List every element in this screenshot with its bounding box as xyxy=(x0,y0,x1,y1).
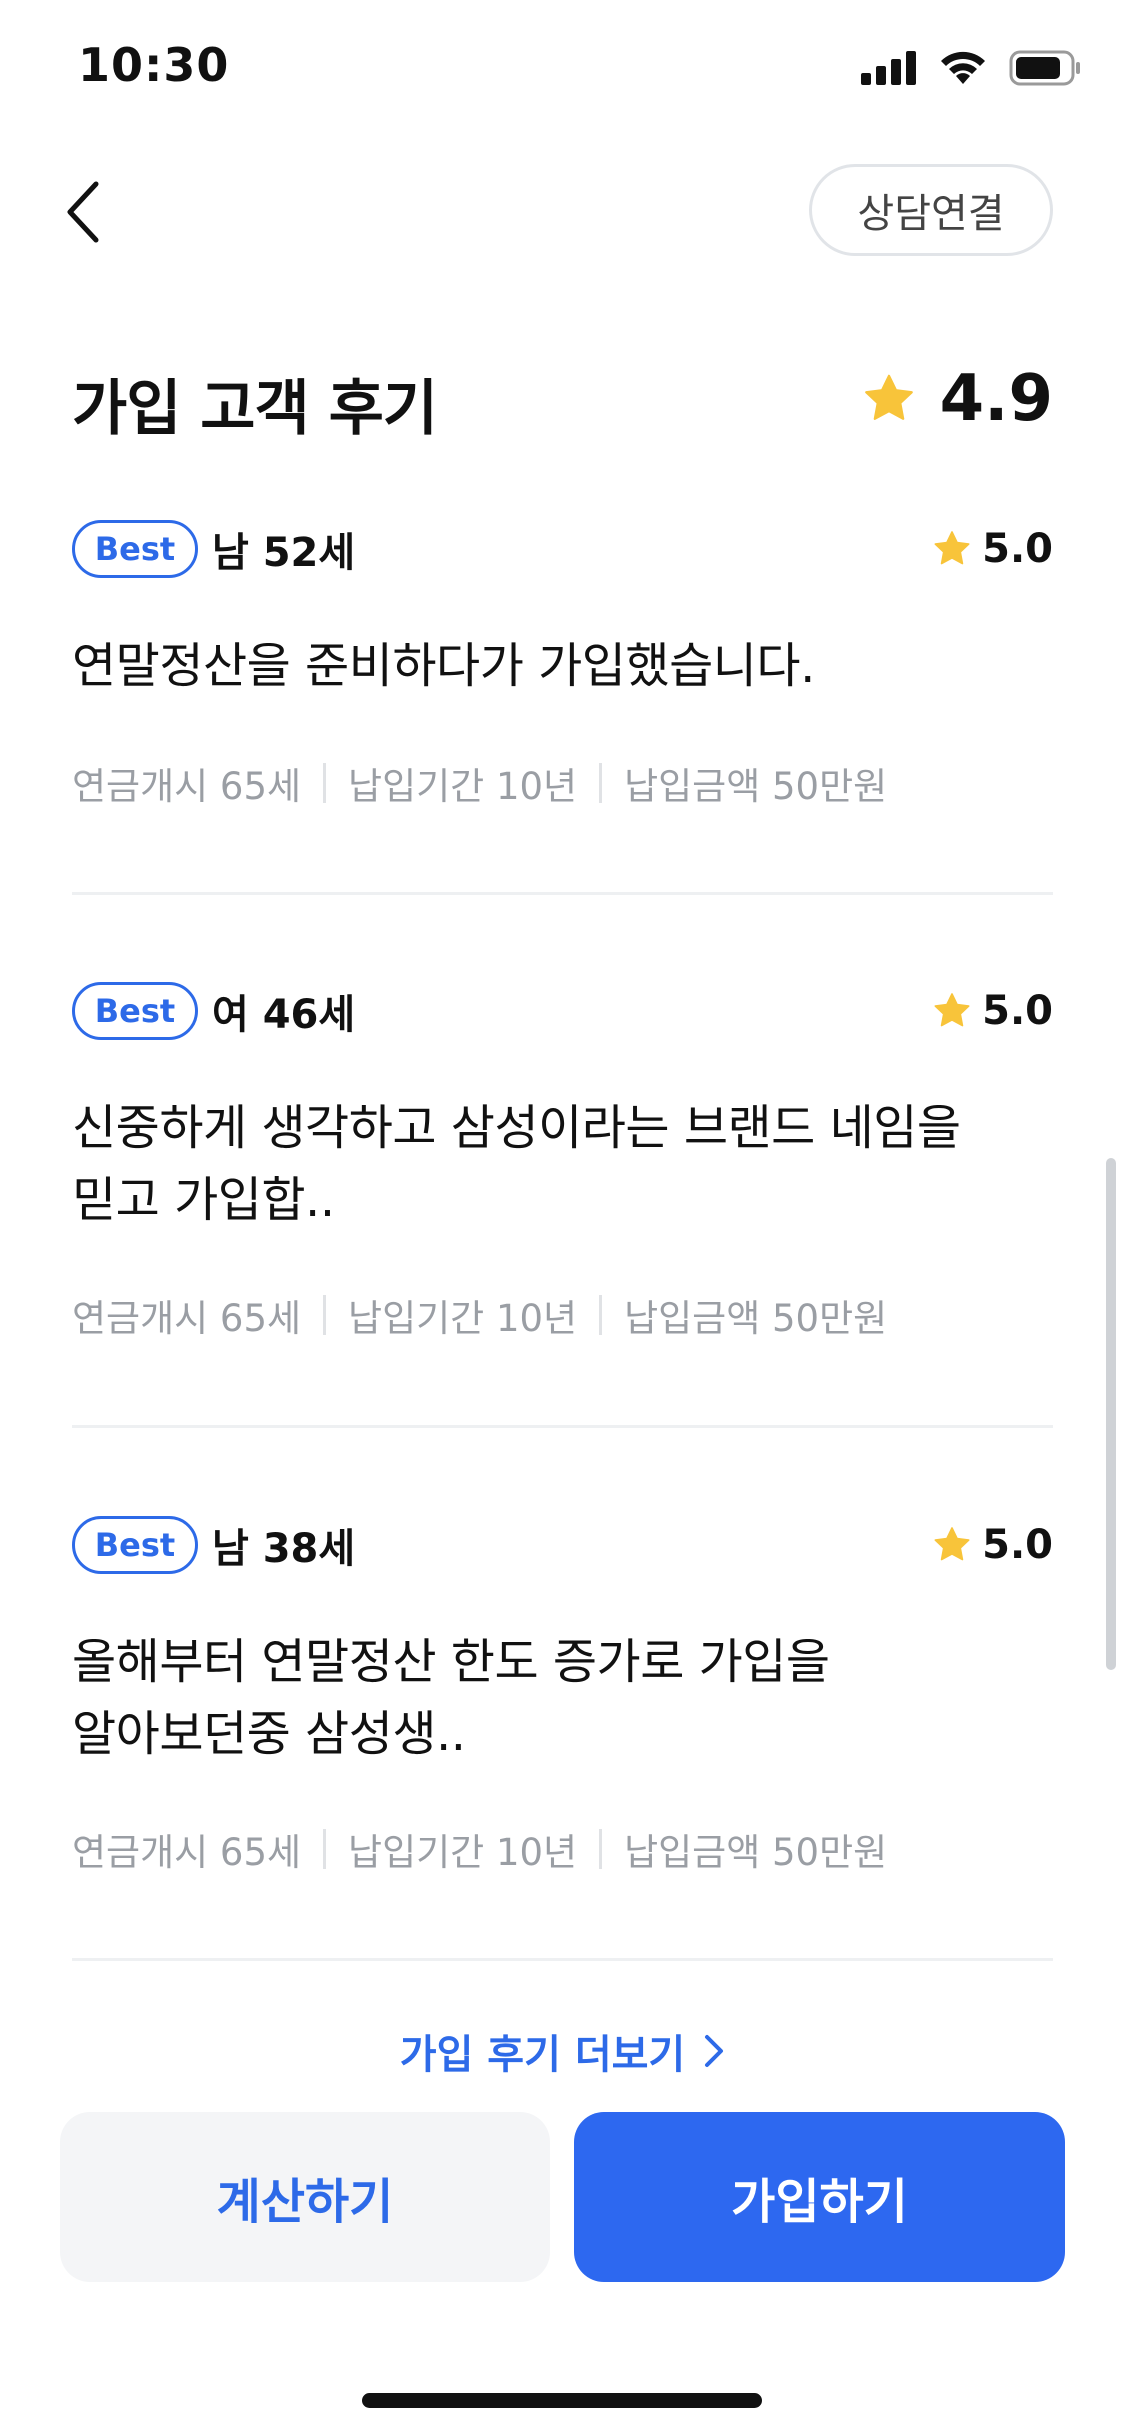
calculate-button[interactable]: 계산하기 xyxy=(60,2112,550,2282)
meta-separator xyxy=(599,763,603,803)
status-icons xyxy=(861,50,1081,86)
review-meta: 연금개시 65세 납입기간 10년 납입금액 50만원 xyxy=(72,756,887,810)
chevron-right-icon xyxy=(705,2035,724,2067)
best-badge: Best xyxy=(72,1516,198,1574)
meta-separator xyxy=(323,1829,327,1869)
meta-amount: 납입금액 50만원 xyxy=(624,765,888,808)
best-badge: Best xyxy=(72,520,198,578)
battery-icon xyxy=(1009,50,1080,86)
review-header: Best 여 46세 5.0 xyxy=(72,980,1053,1042)
meta-amount: 납입금액 50만원 xyxy=(624,1297,888,1340)
review-text-line: 연말정산을 준비하다가 가입했습니다. xyxy=(72,638,815,694)
overall-rating: 4.9 xyxy=(862,362,1053,436)
meta-start-age: 연금개시 65세 xyxy=(72,1831,302,1874)
wifi-icon xyxy=(941,51,985,84)
meta-period: 납입기간 10년 xyxy=(348,1831,578,1874)
divider xyxy=(72,1958,1053,1961)
star-icon xyxy=(934,993,970,1027)
review-rating: 5.0 xyxy=(932,518,1053,580)
review-rating-value: 5.0 xyxy=(982,988,1053,1034)
review-meta: 연금개시 65세 납입기간 10년 납입금액 50만원 xyxy=(72,1822,887,1876)
review-text-line: 알아보던중 삼성생.. xyxy=(72,1706,466,1762)
reviewer-info: 여 46세 xyxy=(212,992,356,1038)
meta-separator xyxy=(323,763,327,803)
star-icon xyxy=(864,374,913,420)
review-text: 연말정산을 준비하다가 가입했습니다. xyxy=(72,630,1053,702)
overall-rating-value: 4.9 xyxy=(939,362,1053,436)
status-time: 10:30 xyxy=(78,38,230,92)
review-header: Best 남 38세 5.0 xyxy=(72,1514,1053,1576)
more-reviews-label: 가입 후기 더보기 xyxy=(399,2032,686,2078)
meta-separator xyxy=(323,1295,327,1335)
review-rating: 5.0 xyxy=(932,1514,1053,1576)
best-badge: Best xyxy=(72,982,198,1040)
review-text-line: 올해부터 연말정산 한도 증가로 가입을 xyxy=(72,1634,830,1690)
review-meta: 연금개시 65세 납입기간 10년 납입금액 50만원 xyxy=(72,1288,887,1342)
scrollbar[interactable] xyxy=(1106,1158,1116,1670)
review-header: Best 남 52세 5.0 xyxy=(72,518,1053,580)
meta-start-age: 연금개시 65세 xyxy=(72,765,302,808)
review-rating-value: 5.0 xyxy=(982,1522,1053,1568)
review-rating: 5.0 xyxy=(932,980,1053,1042)
review-text-line: 신중하게 생각하고 삼성이라는 브랜드 네임을 xyxy=(72,1100,961,1156)
meta-period: 납입기간 10년 xyxy=(348,1297,578,1340)
back-button[interactable] xyxy=(62,172,122,252)
meta-separator xyxy=(599,1829,603,1869)
reviewer-info: 남 52세 xyxy=(212,530,356,576)
page-title: 가입 고객 후기 xyxy=(72,374,438,444)
join-button[interactable]: 가입하기 xyxy=(574,2112,1065,2282)
star-icon xyxy=(934,1527,970,1561)
divider xyxy=(72,892,1053,895)
review-rating-value: 5.0 xyxy=(982,526,1053,572)
signal-icon xyxy=(861,51,916,85)
reviewer-info: 남 38세 xyxy=(212,1526,356,1572)
consult-button[interactable]: 상담연결 xyxy=(809,164,1053,256)
review-text-line: 믿고 가입합.. xyxy=(72,1172,335,1228)
star-icon xyxy=(934,531,970,565)
meta-start-age: 연금개시 65세 xyxy=(72,1297,302,1340)
meta-amount: 납입금액 50만원 xyxy=(624,1831,888,1874)
review-text: 신중하게 생각하고 삼성이라는 브랜드 네임을 믿고 가입합.. xyxy=(72,1092,1053,1236)
back-chevron-icon xyxy=(67,181,99,243)
divider xyxy=(72,1425,1053,1428)
home-indicator[interactable] xyxy=(362,2393,762,2408)
meta-period: 납입기간 10년 xyxy=(348,765,578,808)
meta-separator xyxy=(599,1295,603,1335)
review-text: 올해부터 연말정산 한도 증가로 가입을 알아보던중 삼성생.. xyxy=(72,1626,1053,1770)
more-reviews-link[interactable]: 가입 후기 더보기 xyxy=(0,2022,1125,2080)
